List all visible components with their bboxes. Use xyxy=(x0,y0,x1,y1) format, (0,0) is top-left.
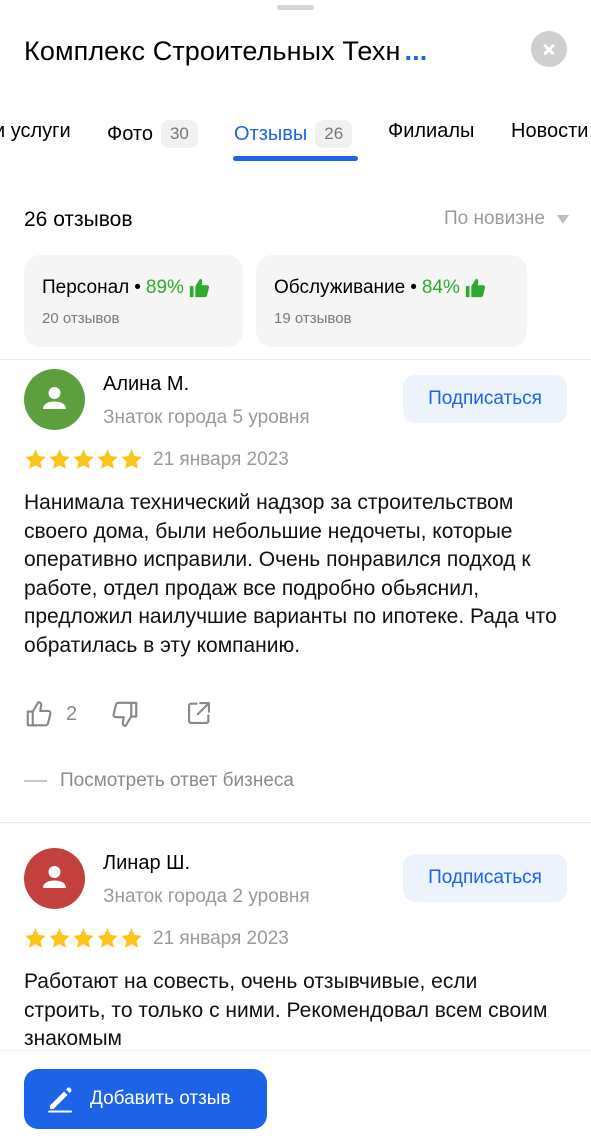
close-button[interactable] xyxy=(531,31,567,67)
like-count: 2 xyxy=(66,702,78,725)
subscribe-button[interactable]: Подписаться xyxy=(403,854,567,902)
star-icon xyxy=(73,449,94,469)
aspect-card-service[interactable]: Обслуживание • 84% 19 отзывов xyxy=(256,255,527,347)
business-reply-link[interactable]: Посмотреть ответ бизнеса xyxy=(24,770,294,792)
star-icon xyxy=(121,928,142,948)
divider xyxy=(0,822,591,823)
star-icon xyxy=(121,449,142,469)
star-icon xyxy=(49,449,70,469)
review-card: Линар Ш. Знаток города 2 уровня Подписат… xyxy=(24,848,569,1050)
tab-label: Фото xyxy=(107,122,153,145)
review-card: Алина М. Знаток города 5 уровня Подписат… xyxy=(24,369,569,809)
header: Комплекс Строительных Техн... xyxy=(24,30,569,74)
title-more-ellipsis[interactable]: ... xyxy=(405,36,428,66)
tab-branches[interactable]: Филиалы xyxy=(388,120,474,143)
tab-label: Филиалы xyxy=(388,120,475,142)
aspect-dot: • xyxy=(410,277,417,298)
author-name[interactable]: Алина М. xyxy=(103,373,189,396)
rating-stars xyxy=(24,927,143,950)
reviews-header: 26 отзывов По новизне xyxy=(24,206,569,236)
tab-reviews[interactable]: Отзывы 26 xyxy=(234,120,353,148)
drag-handle[interactable] xyxy=(277,5,314,10)
avatar[interactable] xyxy=(24,848,85,909)
aspect-percent: 84% xyxy=(421,277,460,298)
sort-dropdown[interactable]: По новизне xyxy=(444,208,569,230)
active-tab-indicator xyxy=(233,156,358,161)
author-level: Знаток города 2 уровня xyxy=(103,886,310,907)
share-button[interactable] xyxy=(185,699,213,732)
thumbs-down-icon xyxy=(112,701,138,727)
tab-photos[interactable]: Фото 30 xyxy=(107,120,198,148)
title-text: Комплекс Строительных Техн xyxy=(24,36,401,66)
review-date: 21 января 2023 xyxy=(153,928,289,949)
author-name[interactable]: Линар Ш. xyxy=(103,852,190,875)
tab-badge: 26 xyxy=(315,120,353,148)
review-actions: 2 xyxy=(24,699,274,731)
star-icon xyxy=(49,928,70,948)
subscribe-button[interactable]: Подписаться xyxy=(403,375,567,423)
tab-label: и услуги xyxy=(0,120,71,142)
business-reply-label: Посмотреть ответ бизнеса xyxy=(60,770,295,791)
tab-badge: 30 xyxy=(160,120,198,148)
aspect-dot: • xyxy=(134,277,141,298)
star-icon xyxy=(25,928,46,948)
star-icon xyxy=(97,928,118,948)
pencil-icon xyxy=(48,1087,72,1113)
reply-line xyxy=(24,780,47,782)
divider xyxy=(0,359,591,360)
thumbs-up-icon xyxy=(189,278,209,298)
aspect-name: Персонал xyxy=(42,277,130,298)
tab-services[interactable]: и услуги xyxy=(0,120,71,143)
author-level: Знаток города 5 уровня xyxy=(103,407,310,428)
aspect-review-count: 20 отзывов xyxy=(42,310,120,327)
aspect-title: Обслуживание • 84% xyxy=(274,277,486,299)
aspect-review-count: 19 отзывов xyxy=(274,310,352,327)
aspect-name: Обслуживание xyxy=(274,277,406,298)
bottom-bar: Добавить отзыв xyxy=(0,1050,591,1140)
tab-news[interactable]: Новости xyxy=(511,120,588,143)
review-text: Работают на совесть, очень отзывчивые, е… xyxy=(24,970,548,1051)
user-icon xyxy=(43,866,66,888)
tab-bar: и услуги Фото 30 Отзывы 26 Филиалы Новости xyxy=(0,114,591,166)
page-title: Комплекс Строительных Техн... xyxy=(24,36,427,67)
reviews-count: 26 отзывов xyxy=(24,208,133,231)
aspect-card-staff[interactable]: Персонал • 89% 20 отзывов xyxy=(24,255,243,347)
like-button[interactable]: 2 xyxy=(24,699,77,729)
aspect-title: Персонал • 89% xyxy=(42,277,210,299)
add-review-label: Добавить отзыв xyxy=(90,1088,231,1109)
thumbs-up-icon xyxy=(26,701,52,727)
star-icon xyxy=(25,449,46,469)
review-date: 21 января 2023 xyxy=(153,449,289,470)
add-review-button[interactable]: Добавить отзыв xyxy=(24,1069,267,1129)
review-text: Нанимала технический надзор за строитель… xyxy=(24,491,557,657)
star-icon xyxy=(97,449,118,469)
tab-label: Новости xyxy=(511,120,589,142)
tab-label: Отзывы xyxy=(234,122,308,145)
rating-stars xyxy=(24,448,143,471)
user-icon xyxy=(43,387,66,409)
star-icon xyxy=(73,928,94,948)
dislike-button[interactable] xyxy=(110,699,140,734)
sort-label: По новизне xyxy=(443,208,545,229)
aspect-percent: 89% xyxy=(145,277,184,298)
thumbs-up-icon xyxy=(465,278,485,298)
avatar[interactable] xyxy=(24,369,85,430)
caret-down-icon xyxy=(557,214,569,224)
share-icon xyxy=(188,702,210,724)
